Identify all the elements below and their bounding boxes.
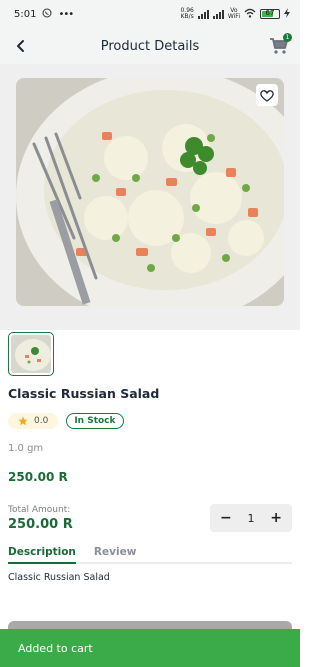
product-image[interactable] xyxy=(16,78,284,306)
app-bar: Product Details 1 xyxy=(0,28,300,64)
status-left: 5:01 ••• xyxy=(14,8,74,21)
quantity-stepper: − 1 + xyxy=(210,504,292,532)
battery-level: 67 xyxy=(265,9,275,17)
status-time: 5:01 xyxy=(14,8,37,20)
salad-photo xyxy=(16,78,284,306)
favorite-button[interactable] xyxy=(256,84,278,106)
cart-count-badge: 1 xyxy=(283,33,292,42)
thumbnail-image xyxy=(11,335,51,373)
total-amount-value: 250.00 R xyxy=(8,516,73,532)
tab-description[interactable]: Description xyxy=(8,546,76,564)
back-arrow-icon xyxy=(17,40,24,52)
detail-tabs: Description Review xyxy=(8,532,292,564)
snackbar: Added to cart xyxy=(0,629,300,667)
increase-quantity-button[interactable]: + xyxy=(266,510,286,526)
stock-status-badge: In Stock xyxy=(66,413,124,429)
network-speed-unit: KB/s xyxy=(180,13,194,20)
charging-icon xyxy=(284,7,290,21)
cart-button[interactable]: 1 xyxy=(268,33,292,57)
heart-icon xyxy=(260,89,274,102)
signal-icon xyxy=(197,9,209,19)
back-button[interactable] xyxy=(10,35,32,57)
volte-wifi-label: WiFi xyxy=(227,13,240,20)
rating-value: 0.0 xyxy=(34,416,49,426)
total-block: Total Amount: 250.00 R xyxy=(8,505,73,532)
more-notifications-icon: ••• xyxy=(58,8,74,20)
product-weight: 1.0 gm xyxy=(8,443,44,454)
product-meta: 0.0 In Stock xyxy=(0,401,300,429)
status-bar: 5:01 ••• 0.96 KB/s Vo WiFi 67 xyxy=(0,0,300,28)
volte-indicator: Vo WiFi xyxy=(228,8,240,20)
battery-icon: 67 xyxy=(260,9,280,19)
snackbar-message: Added to cart xyxy=(18,641,93,655)
whatsapp-icon xyxy=(42,8,52,21)
product-image-area xyxy=(0,64,300,330)
total-amount-label: Total Amount: xyxy=(8,504,71,515)
thumbnail-row xyxy=(0,330,300,376)
product-name: Classic Russian Salad xyxy=(8,386,160,401)
tab-review[interactable]: Review xyxy=(94,546,136,562)
product-price: 250.00 R xyxy=(8,470,68,484)
star-icon xyxy=(18,416,28,426)
page-title: Product Details xyxy=(100,38,200,54)
status-right: 0.96 KB/s Vo WiFi 67 xyxy=(180,7,290,21)
product-thumbnail[interactable] xyxy=(8,332,54,376)
wifi-icon xyxy=(244,8,256,21)
rating-badge: 0.0 xyxy=(8,413,59,429)
total-row: Total Amount: 250.00 R − 1 + xyxy=(0,484,300,532)
network-speed: 0.96 KB/s xyxy=(180,8,193,20)
description-text: Classic Russian Salad xyxy=(8,572,110,583)
quantity-value: 1 xyxy=(247,511,255,525)
decrease-quantity-button[interactable]: − xyxy=(216,510,236,526)
signal-icon-2 xyxy=(212,9,224,19)
